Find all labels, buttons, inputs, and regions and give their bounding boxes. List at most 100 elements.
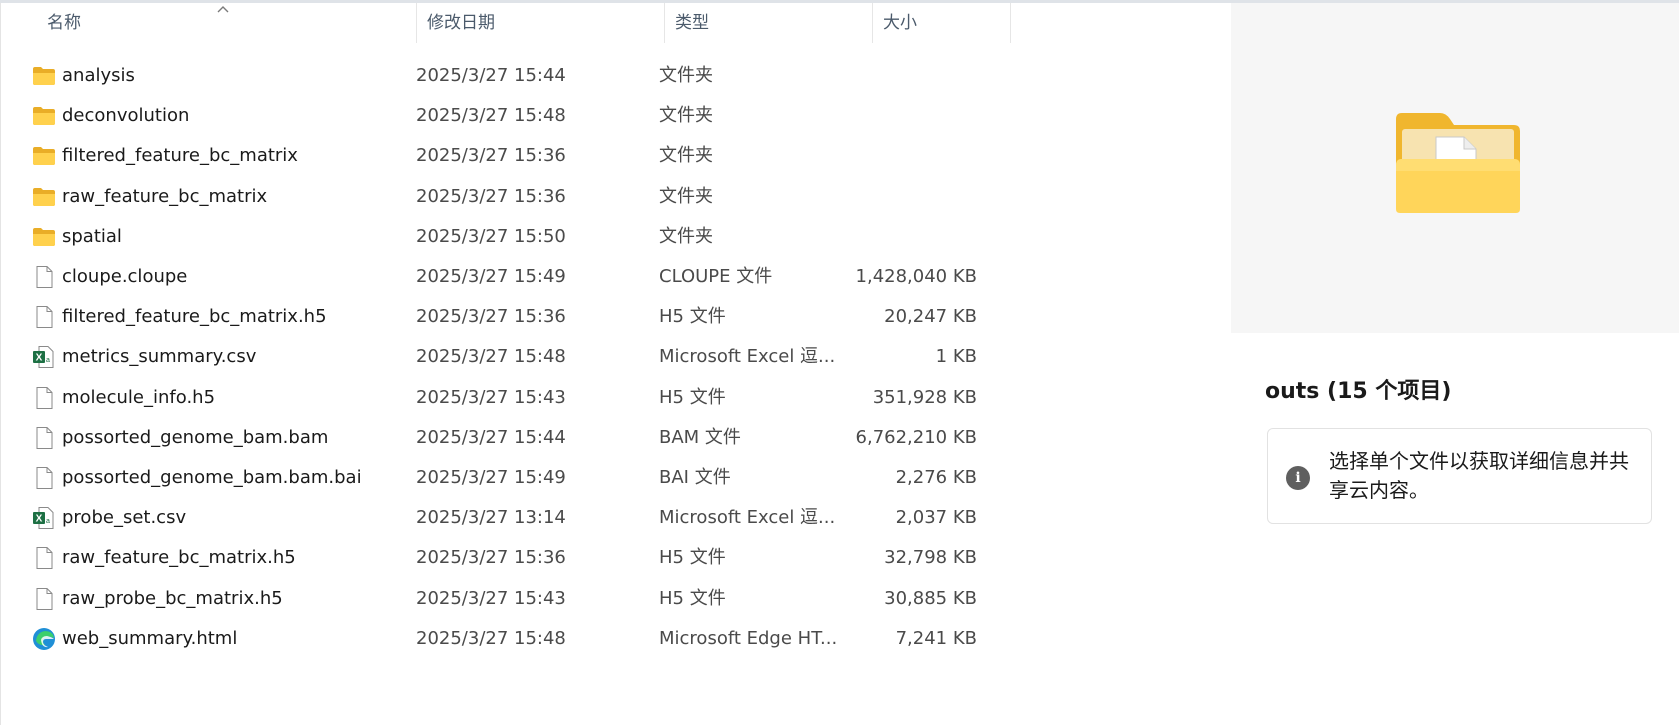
folder-icon (33, 227, 55, 246)
file-type: Microsoft Edge HT... (659, 627, 838, 649)
column-name-label: 名称 (47, 13, 81, 33)
folder-icon (33, 147, 55, 166)
file-type: 文件夹 (659, 145, 713, 167)
file-icon (36, 547, 53, 570)
column-type-label: 类型 (675, 13, 709, 33)
file-row[interactable]: web_summary.html 2025/3/27 15:48 Microsoft… (1, 617, 1001, 660)
file-name: spatial (62, 225, 122, 247)
file-type: 文件夹 (659, 225, 713, 247)
file-row[interactable]: possorted_genome_bam.bam.bai 2025/3/27 15… (1, 456, 1001, 499)
file-icon (36, 306, 53, 329)
svg-text:a: a (46, 518, 50, 525)
file-type: H5 文件 (659, 547, 726, 569)
file-type: H5 文件 (659, 386, 726, 408)
details-pane: outs (15 个项目) i 选择单个文件以获取详细信息并共享云内容。 (1231, 333, 1679, 725)
file-row[interactable]: analysis 2025/3/27 15:44 文件夹 (1, 54, 1001, 97)
column-header-type[interactable]: 类型 (665, 3, 873, 43)
file-date: 2025/3/27 13:14 (416, 507, 566, 529)
file-size: 351,928 KB (872, 386, 977, 408)
column-date-label: 修改日期 (427, 13, 495, 33)
file-name: deconvolution (62, 105, 190, 127)
file-size (841, 134, 977, 177)
details-title: outs (15 个项目) (1265, 379, 1452, 404)
file-size: 1,428,040 KB (855, 266, 977, 287)
file-type: Microsoft Excel 逗... (659, 507, 836, 529)
file-name: raw_feature_bc_matrix.h5 (62, 547, 296, 569)
file-type: BAM 文件 (659, 426, 741, 448)
file-date: 2025/3/27 15:36 (416, 547, 566, 569)
file-size (841, 215, 977, 258)
excel-icon: Xa (33, 346, 54, 369)
file-name: metrics_summary.csv (62, 346, 257, 368)
file-size: 1 KB (935, 346, 977, 368)
file-date: 2025/3/27 15:36 (416, 185, 566, 207)
file-size (841, 54, 977, 97)
file-icon (36, 587, 53, 610)
column-header-date[interactable]: 修改日期 (417, 3, 665, 43)
file-icon (36, 467, 53, 489)
large-folder-icon (1396, 113, 1520, 213)
file-icon (36, 426, 53, 449)
file-name: possorted_genome_bam.bam (62, 426, 329, 448)
file-icon (36, 386, 53, 409)
file-row[interactable]: deconvolution 2025/3/27 15:48 文件夹 (1, 94, 1001, 137)
file-row[interactable]: cloupe.cloupe 2025/3/27 15:49 CLOUPE 文件 1,4… (1, 255, 1001, 298)
file-row[interactable]: molecule_info.h5 2025/3/27 15:43 H5 文件 351,… (1, 376, 1001, 419)
column-header: 名称 修改日期 类型 大小 (1, 3, 1232, 43)
file-name: filtered_feature_bc_matrix.h5 (62, 306, 327, 328)
file-size: 32,798 KB (884, 547, 977, 569)
column-size-label: 大小 (883, 13, 917, 33)
file-row[interactable]: Xa metrics_summary.csv 2025/3/27 15:48 Micr… (1, 335, 1001, 378)
file-date: 2025/3/27 15:44 (416, 426, 566, 448)
file-icon (36, 266, 53, 288)
file-date: 2025/3/27 15:48 (416, 105, 566, 127)
file-row[interactable]: raw_feature_bc_matrix.h5 2025/3/27 15:36 H… (1, 536, 1001, 579)
file-size: 2,276 KB (895, 467, 977, 488)
svg-text:X: X (36, 514, 43, 525)
file-list-pane[interactable]: 名称 修改日期 类型 大小 analysis 2025/3/27 15:44 文件夹… (0, 3, 1231, 725)
file-type: H5 文件 (659, 587, 726, 609)
file-row[interactable]: raw_probe_bc_matrix.h5 2025/3/27 15:43 H5 … (1, 577, 1001, 620)
file-type: BAI 文件 (659, 467, 731, 488)
info-text: 选择单个文件以获取详细信息并共享云内容。 (1329, 449, 1629, 502)
file-date: 2025/3/27 15:49 (416, 467, 566, 488)
file-name: analysis (62, 65, 135, 86)
file-date: 2025/3/27 15:48 (416, 627, 566, 649)
svg-text:X: X (36, 353, 43, 364)
folder-icon (33, 107, 55, 126)
file-row[interactable]: possorted_genome_bam.bam 2025/3/27 15:44 B… (1, 416, 1001, 459)
file-date: 2025/3/27 15:50 (416, 225, 566, 247)
file-type: Microsoft Excel 逗... (659, 346, 836, 368)
info-icon: i (1286, 466, 1310, 490)
folder-icon (33, 67, 55, 85)
file-date: 2025/3/27 15:48 (416, 346, 566, 368)
svg-text:a: a (46, 357, 50, 364)
file-type: 文件夹 (659, 185, 713, 207)
file-date: 2025/3/27 15:36 (416, 145, 566, 167)
excel-icon: Xa (33, 507, 54, 530)
file-name: raw_feature_bc_matrix (62, 185, 268, 207)
preview-area (1231, 3, 1679, 333)
file-row[interactable]: raw_feature_bc_matrix 2025/3/27 15:36 文件夹 (1, 175, 1001, 218)
column-header-size[interactable]: 大小 (873, 3, 1011, 43)
file-date: 2025/3/27 15:36 (416, 306, 566, 328)
file-name: cloupe.cloupe (62, 266, 188, 287)
file-row[interactable]: Xa probe_set.csv 2025/3/27 13:14 Microsoft … (1, 496, 1001, 539)
file-size: 20,247 KB (884, 306, 977, 328)
file-name: probe_set.csv (62, 507, 187, 529)
file-name: raw_probe_bc_matrix.h5 (62, 587, 283, 609)
folder-icon (33, 187, 55, 206)
file-type: CLOUPE 文件 (659, 266, 773, 287)
file-size (841, 94, 977, 137)
file-name: possorted_genome_bam.bam.bai (62, 467, 362, 488)
file-size (841, 175, 977, 218)
file-date: 2025/3/27 15:43 (416, 386, 566, 408)
file-row[interactable]: filtered_feature_bc_matrix 2025/3/27 15:3… (1, 134, 1001, 177)
file-type: 文件夹 (659, 105, 713, 127)
file-type: 文件夹 (659, 65, 713, 86)
file-size: 7,241 KB (895, 627, 977, 649)
file-row[interactable]: filtered_feature_bc_matrix.h5 2025/3/27 1… (1, 295, 1001, 338)
file-row[interactable]: spatial 2025/3/27 15:50 文件夹 (1, 215, 1001, 258)
file-size: 30,885 KB (884, 587, 977, 609)
file-name: web_summary.html (62, 627, 238, 649)
